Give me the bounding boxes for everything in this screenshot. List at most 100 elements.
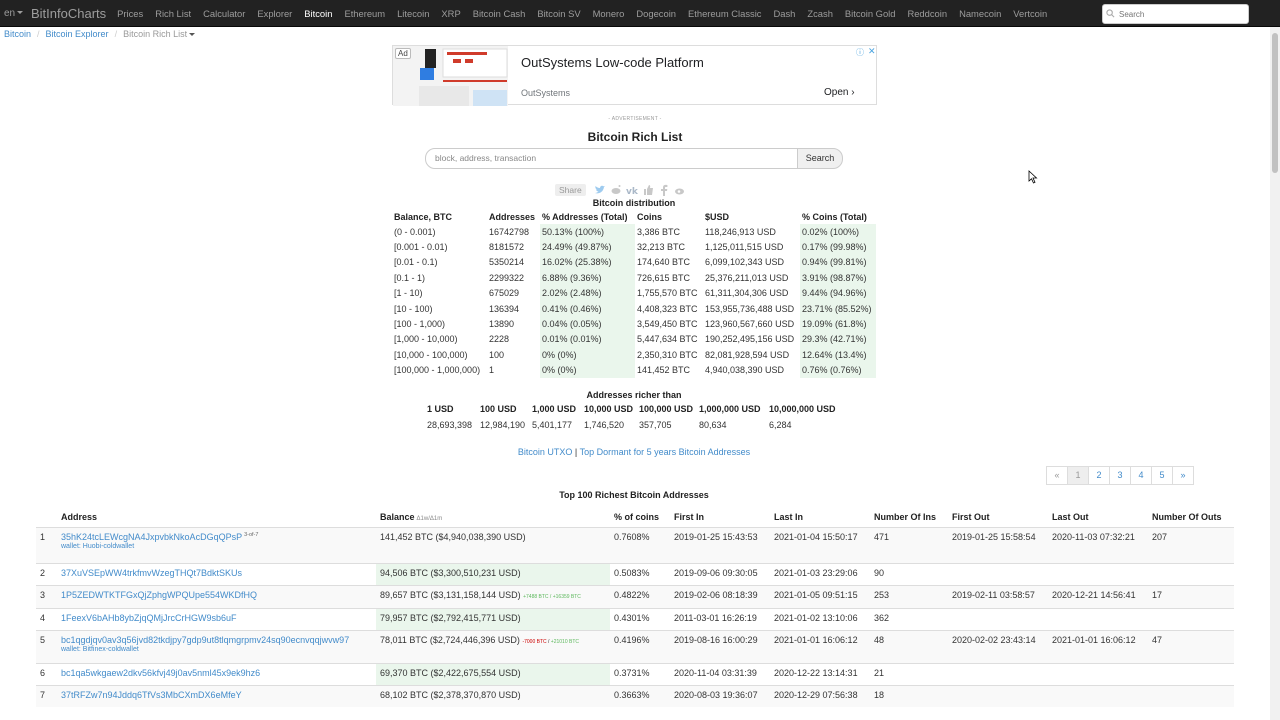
vk-icon[interactable]: vk: [626, 184, 638, 196]
address-link[interactable]: 35hK24tcLEWcgNA4JxpvbkNkoAcDGqQPsP: [61, 532, 242, 542]
table-row: [10,000 - 100,000) 100 0% (0%) 2,350,310 BT…: [392, 347, 876, 363]
percent-cell: 0.4196%: [610, 629, 670, 663]
column-header-rank: [36, 507, 57, 528]
pagination-page-4[interactable]: 4: [1130, 466, 1152, 485]
brand-logo[interactable]: BitInfoCharts: [31, 6, 106, 21]
wallet-link[interactable]: wallet: Huobi-coldwallet: [61, 543, 372, 550]
last-out-cell: [1048, 684, 1148, 707]
column-header-ins[interactable]: Number Of Ins: [870, 507, 948, 528]
nav-item-bitcoin-cash[interactable]: Bitcoin Cash: [467, 8, 532, 19]
facebook-icon[interactable]: [658, 184, 670, 196]
nav-item-vertcoin[interactable]: Vertcoin: [1007, 8, 1053, 19]
first-out-cell: 2020-02-02 23:43:14: [948, 629, 1048, 663]
address-link[interactable]: 1P5ZEDWTKTFGxQjZphgWPQUpe554WKDfHQ: [61, 590, 257, 600]
reddit-icon[interactable]: [610, 184, 622, 196]
nav-item-xrp[interactable]: XRP: [435, 8, 466, 19]
weibo-icon[interactable]: [674, 184, 686, 196]
info-icon[interactable]: ⓘ: [856, 47, 864, 58]
table-row: 5 bc1qgdjqv0av3q56jvd82tkdjpy7gdp9ut8tlq…: [36, 629, 1234, 663]
column-header-address[interactable]: Address: [57, 507, 376, 528]
table-cell: 0.41% (0.46%): [540, 300, 635, 317]
table-cell: [100,000 - 1,000,000): [394, 365, 481, 376]
nav-item-zcash[interactable]: Zcash: [801, 8, 839, 19]
pagination-page-5[interactable]: 5: [1151, 466, 1173, 485]
nav-item-reddcoin[interactable]: Reddcoin: [901, 8, 953, 19]
pagination-page-3[interactable]: 3: [1109, 466, 1131, 485]
first-in-cell: 2020-11-04 03:31:39: [670, 662, 770, 685]
column-header: 10,000 USD: [584, 404, 634, 414]
breadcrumb: Bitcoin / Bitcoin Explorer / Bitcoin Ric…: [4, 29, 196, 39]
column-header-last-out[interactable]: Last Out: [1048, 507, 1148, 528]
column-header: 100,000 USD: [639, 404, 694, 414]
breadcrumb-bitcoin[interactable]: Bitcoin: [4, 29, 31, 39]
column-header: 1,000,000 USD: [699, 404, 761, 414]
breadcrumb-current[interactable]: Bitcoin Rich List: [123, 29, 196, 39]
nav-item-rich-list[interactable]: Rich List: [149, 8, 197, 19]
table-cell: 1: [489, 365, 495, 376]
ad-title[interactable]: OutSystems Low-code Platform: [521, 55, 704, 70]
nav-item-ethereum[interactable]: Ethereum: [338, 8, 391, 19]
table-cell: 2.02% (2.48%): [540, 285, 635, 301]
scrollbar-thumb[interactable]: [1272, 33, 1278, 173]
column-header-balance[interactable]: Balance Δ1w/Δ1m: [376, 507, 610, 528]
address-link[interactable]: bc1qa5wkgaew2dkv56kfvj49j0av5nml45x9ek9h…: [61, 668, 260, 678]
nav-search-input[interactable]: [1102, 4, 1249, 24]
nav-item-dash[interactable]: Dash: [767, 8, 801, 19]
nav-item-calculator[interactable]: Calculator: [197, 8, 251, 19]
nav-item-bitcoin[interactable]: Bitcoin: [298, 8, 338, 19]
close-icon[interactable]: ✕: [868, 46, 876, 57]
pagination-next[interactable]: »: [1172, 466, 1194, 485]
address-link[interactable]: 37tRFZw7n94Jddq6TfVs3MbCXmDX6eMfeY: [61, 690, 242, 700]
language-selector[interactable]: en: [4, 8, 31, 19]
table-cell: 16.02% (25.38%): [540, 254, 635, 271]
bitcoin-utxo-link[interactable]: Bitcoin UTXO: [518, 447, 573, 457]
like-icon[interactable]: [642, 184, 654, 196]
nav-item-dogecoin[interactable]: Dogecoin: [630, 8, 682, 19]
nav-item-prices[interactable]: Prices: [111, 8, 149, 19]
table-cell: 5,401,177: [532, 419, 573, 430]
nav-item-explorer[interactable]: Explorer: [251, 8, 298, 19]
twitter-icon[interactable]: [594, 184, 606, 196]
nav-item-namecoin[interactable]: Namecoin: [953, 8, 1007, 19]
share-label: Share: [555, 183, 586, 196]
column-header-outs[interactable]: Number Of Outs: [1148, 507, 1234, 528]
pagination-page-1[interactable]: 1: [1067, 466, 1089, 485]
nav-item-ethereum-classic[interactable]: Ethereum Classic: [682, 8, 767, 19]
ins-cell: 21: [870, 662, 948, 685]
advertisement[interactable]: Ad OutSystems Low-code Platform OutSyste…: [392, 45, 877, 106]
column-header-first-out[interactable]: First Out: [948, 507, 1048, 528]
table-cell: 0.17% (99.98%): [800, 239, 876, 255]
nav-item-monero[interactable]: Monero: [587, 8, 631, 19]
table-row: 1 35hK24tcLEWcgNA4JxpvbkNkoAcDGqQPsP 3-of…: [36, 526, 1234, 563]
table-cell: 4,940,038,390 USD: [705, 365, 785, 376]
breadcrumb-bitcoin-explorer[interactable]: Bitcoin Explorer: [46, 29, 109, 39]
page-scrollbar[interactable]: [1270, 27, 1280, 720]
column-header-last-in[interactable]: Last In: [770, 507, 870, 528]
rank-cell: 6: [36, 662, 57, 685]
table-cell: 141,452 BTC: [637, 365, 691, 376]
nav-item-bitcoin-gold[interactable]: Bitcoin Gold: [839, 8, 902, 19]
table-cell: 123,960,567,660 USD: [705, 319, 795, 330]
pagination-prev[interactable]: «: [1046, 466, 1068, 485]
top-dormant-link[interactable]: Top Dormant for 5 years Bitcoin Addresse…: [580, 447, 751, 457]
balance-cell: 79,957 BTC ($2,792,415,771 USD): [376, 607, 610, 630]
address-link[interactable]: 1FeexV6bAHb8ybZjqQMjJrcCrHGW9sb6uF: [61, 613, 237, 623]
column-header-first-in[interactable]: First In: [670, 507, 770, 528]
search-button[interactable]: Search: [797, 148, 843, 169]
address-link[interactable]: 37XuVSEpWW4trkfmvWzegTHQt7BdktSKUs: [61, 568, 242, 578]
search-input[interactable]: block, address, transaction: [425, 148, 798, 169]
last-in-cell: 2021-01-03 23:29:06: [770, 562, 870, 585]
table-cell: 6,284: [769, 419, 792, 430]
column-header-percent[interactable]: % of coins: [610, 507, 670, 528]
address-link[interactable]: bc1qgdjqv0av3q56jvd82tkdjpy7gdp9ut8tlqmg…: [61, 635, 349, 645]
rank-cell: 4: [36, 607, 57, 630]
table-cell: 2299322: [489, 272, 525, 283]
pagination-page-2[interactable]: 2: [1088, 466, 1110, 485]
table-cell: [10 - 100): [394, 303, 433, 314]
last-in-cell: 2020-12-22 13:14:31: [770, 662, 870, 685]
wallet-link[interactable]: wallet: Bitfinex-coldwallet: [61, 646, 372, 653]
nav-item-litecoin[interactable]: Litecoin: [391, 8, 435, 19]
nav-item-bitcoin-sv[interactable]: Bitcoin SV: [531, 8, 586, 19]
table-row: 28,693,398 12,984,190 5,401,177 1,746,52…: [425, 417, 842, 432]
ad-open-button[interactable]: Open ›: [824, 87, 855, 98]
